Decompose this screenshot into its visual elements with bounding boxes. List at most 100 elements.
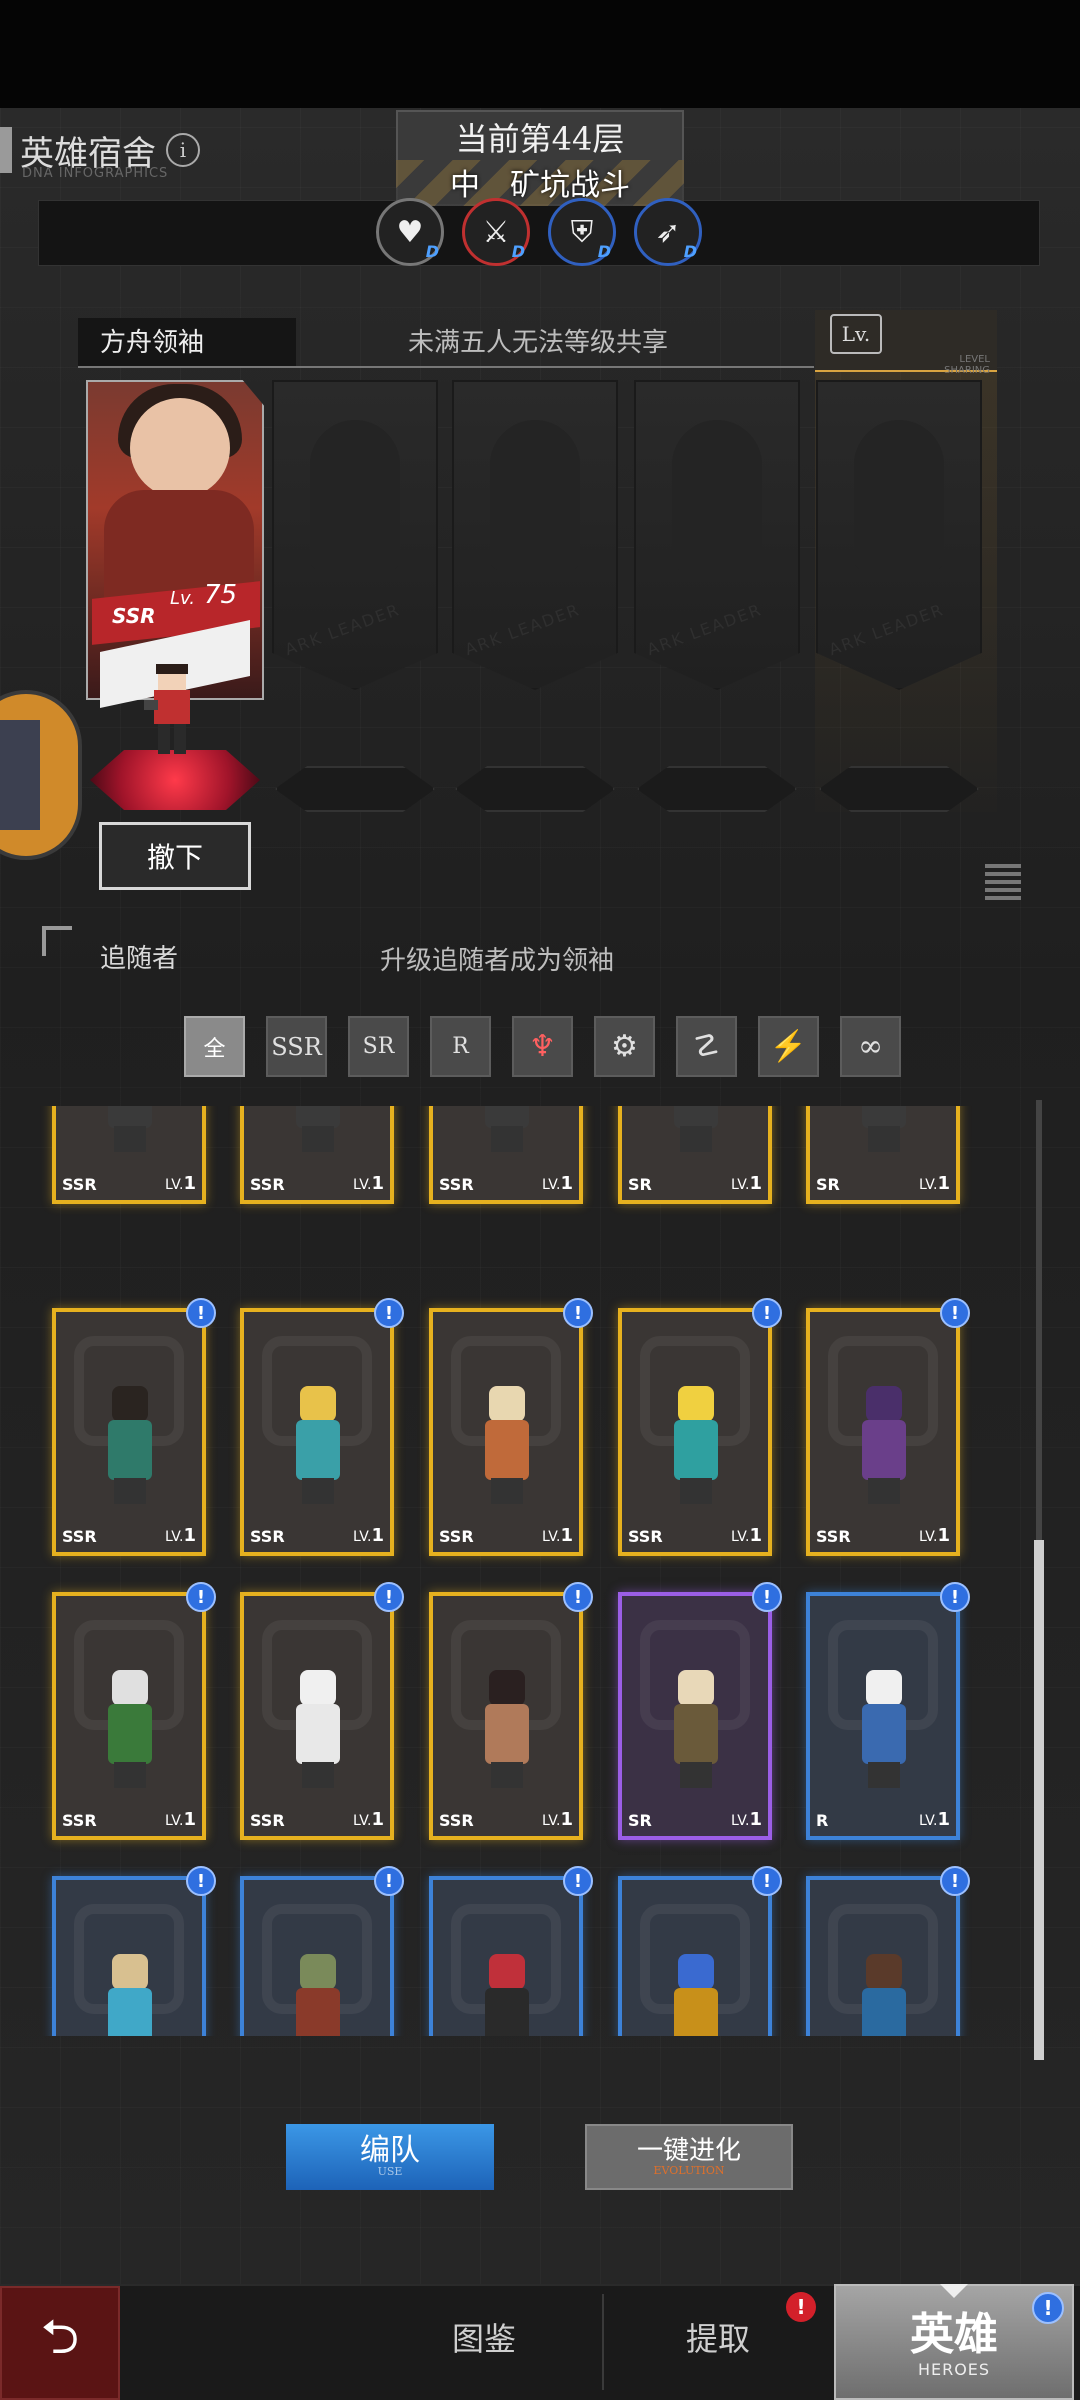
hero-sprite-body: [108, 1106, 152, 1128]
hero-card[interactable]: SSR LV.1!: [429, 1582, 593, 1840]
upgrade-alert-badge: !: [940, 1298, 970, 1328]
heroes-alert-badge: !: [1032, 2292, 1064, 2324]
hero-rarity: SSR: [250, 1811, 285, 1830]
hero-sprite-legs: [114, 1126, 146, 1152]
dagger-icon[interactable]: ➶ D: [634, 198, 702, 266]
slot-platform: [455, 766, 615, 812]
hero-card[interactable]: SSR LV.1!: [429, 1298, 593, 1556]
leader-sprite: [144, 650, 190, 754]
hero-sprite-head: [678, 1670, 714, 1706]
upgrade-alert-badge: !: [752, 1582, 782, 1612]
hero-card[interactable]: RLV.1!: [240, 1866, 404, 2036]
hero-sprite-head: [489, 1670, 525, 1706]
upgrade-alert-badge: !: [940, 1582, 970, 1612]
hero-card[interactable]: SSR LV.1: [240, 1106, 394, 1204]
nav-divider: [602, 2294, 604, 2390]
slot-silhouette: [490, 420, 580, 570]
hero-level: LV.1: [165, 1525, 196, 1546]
hero-rarity: SSR: [439, 1527, 474, 1546]
hero-rarity: SSR: [250, 1527, 285, 1546]
shield-icon[interactable]: ⛨ D: [548, 198, 616, 266]
formation-button[interactable]: 编队 USE: [286, 2124, 494, 2190]
hero-sprite-body: [674, 1988, 718, 2036]
buff-grade: D: [683, 242, 697, 261]
leader-level: 75: [204, 580, 238, 610]
filter-ssr[interactable]: SSR: [266, 1016, 327, 1077]
faction-dragon-icon[interactable]: ⚙: [594, 1016, 655, 1077]
hero-sprite-body: [862, 1704, 906, 1764]
hero-card[interactable]: SSR LV.1: [429, 1106, 583, 1204]
nav-heroes-sub: HEROES: [917, 2360, 991, 2379]
hero-sprite-head: [678, 1386, 714, 1422]
leader-portrait-face: [130, 398, 230, 498]
hero-card[interactable]: SSR LV.1!: [52, 1298, 216, 1556]
hero-card[interactable]: SSR LV.1!: [240, 1298, 404, 1556]
hero-card[interactable]: SSR LV.1!: [806, 1298, 970, 1556]
hero-card[interactable]: SR LV.1: [618, 1106, 772, 1204]
slot-silhouette: [310, 420, 400, 570]
hero-level-value: 1: [937, 1525, 950, 1546]
hero-sprite-legs: [302, 1762, 334, 1788]
hero-level-prefix: LV.: [730, 1529, 750, 1545]
hero-card[interactable]: SSR LV.1!: [240, 1582, 404, 1840]
hero-sprite-legs: [491, 1478, 523, 1504]
info-icon[interactable]: i: [166, 133, 200, 167]
hero-level: LV.1: [919, 1809, 950, 1830]
faction-claw-icon[interactable]: ♆: [512, 1016, 573, 1077]
current-floor-text: 当前第44层: [455, 120, 625, 158]
filter-sr[interactable]: SR: [348, 1016, 409, 1077]
hero-level: LV.1: [353, 1525, 384, 1546]
recruit-alert-badge: !: [786, 2292, 816, 2322]
faction-wing-icon[interactable]: ⚡: [758, 1016, 819, 1077]
follower-grid[interactable]: SSR LV.1 SSR LV.1 SSR LV.1 SR LV.1 SR LV.1 SSR LV.1…: [40, 1106, 1030, 2036]
hero-sprite-head: [866, 1670, 902, 1706]
hero-rarity: SSR: [628, 1527, 663, 1546]
hero-card[interactable]: RLV.1!: [806, 1866, 970, 2036]
faction-serpent-icon[interactable]: ☡: [676, 1016, 737, 1077]
upgrade-alert-badge: !: [752, 1866, 782, 1896]
section-corner-bracket: [42, 926, 72, 956]
hero-card[interactable]: RLV.1!: [618, 1866, 782, 2036]
upgrade-alert-badge: !: [374, 1582, 404, 1612]
hero-card[interactable]: SSR LV.1: [52, 1106, 206, 1204]
upgrade-alert-badge: !: [563, 1298, 593, 1328]
hero-level-value: 1: [937, 1809, 950, 1830]
hero-level: LV.1: [353, 1173, 384, 1194]
upgrade-alert-badge: !: [186, 1298, 216, 1328]
hero-card[interactable]: SR LV.1: [806, 1106, 960, 1204]
ranking-icon[interactable]: [985, 860, 1021, 900]
upgrade-alert-badge: !: [186, 1866, 216, 1896]
hero-sprite-legs: [302, 1478, 334, 1504]
hero-sprite-head: [866, 1386, 902, 1422]
hero-level-value: 1: [560, 1525, 573, 1546]
hero-card[interactable]: SSR LV.1!: [618, 1298, 782, 1556]
hero-level-prefix: LV.: [164, 1529, 184, 1545]
hero-sprite-body: [485, 1106, 529, 1128]
withdraw-button[interactable]: 撤下: [99, 822, 251, 890]
heart-pulse-icon[interactable]: ♥ D: [376, 198, 444, 266]
hero-card[interactable]: SSR LV.1!: [52, 1582, 216, 1840]
hero-card[interactable]: RLV.1!: [52, 1866, 216, 2036]
hero-sprite-body: [296, 1420, 340, 1480]
slot-silhouette: [854, 420, 944, 570]
back-arrow-icon[interactable]: ⮌: [0, 2286, 120, 2400]
hero-sprite-body: [108, 1420, 152, 1480]
scrollbar-thumb[interactable]: [1034, 1540, 1044, 2060]
hero-card[interactable]: RLV.1!: [806, 1582, 970, 1840]
sword-icon[interactable]: ⚔ D: [462, 198, 530, 266]
nav-codex[interactable]: 图鉴: [452, 2314, 516, 2360]
hero-sprite-body: [674, 1704, 718, 1764]
hero-rarity: SSR: [250, 1175, 285, 1194]
faction-infinity-icon[interactable]: ∞: [840, 1016, 901, 1077]
evolve-all-button[interactable]: 一键进化 EVOLUTION: [585, 2124, 793, 2190]
hero-level-value: 1: [371, 1809, 384, 1830]
hero-rarity: SR: [628, 1175, 652, 1194]
hero-card[interactable]: RLV.1!: [429, 1866, 593, 2036]
nav-recruit[interactable]: 提取: [686, 2314, 750, 2360]
filter-all[interactable]: 全: [184, 1016, 245, 1077]
buff-grade: D: [425, 242, 439, 261]
hero-level: LV.1: [542, 1525, 573, 1546]
hero-card[interactable]: SR LV.1!: [618, 1582, 782, 1840]
filter-r[interactable]: R: [430, 1016, 491, 1077]
side-avatar-sprite: [0, 720, 40, 830]
